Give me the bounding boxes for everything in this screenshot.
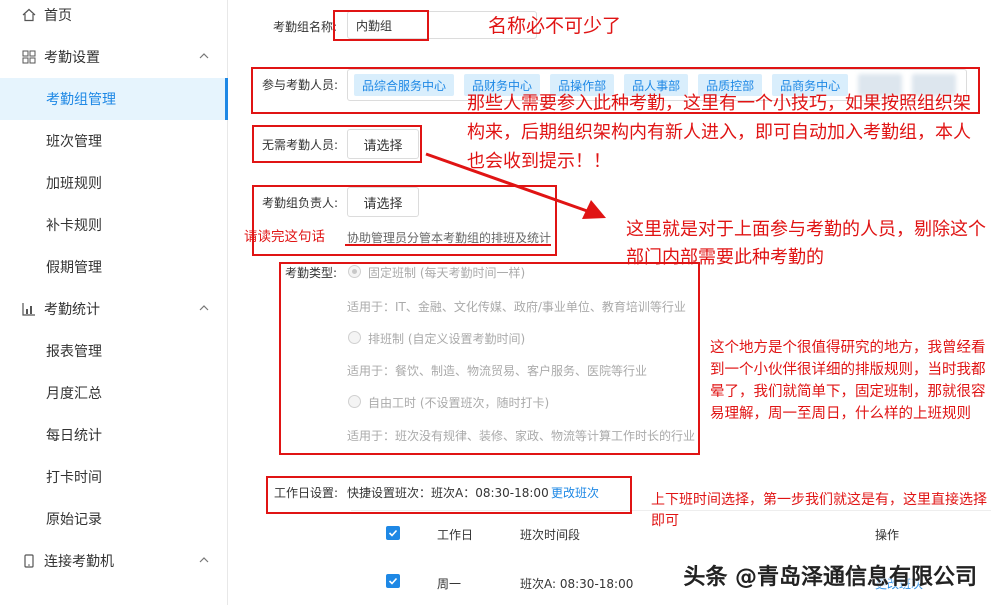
annotation-workday-note: 上下班时间选择，第一步我们就这是有，这里直接选择即可 bbox=[651, 492, 987, 529]
annotation-members-note: 那些人需要参入此种考勤，这里有一个小技巧，如果按照组织架构来，后期组织架构内有新… bbox=[467, 93, 971, 172]
annotation-excluded-note: 这里就是对于上面参与考勤的人员，剔除这个部门内部需要此种考勤的 bbox=[626, 219, 986, 268]
annotation-type-note: 这个地方是个很值得研究的地方，我曾经看到一个小伙伴很详细的排版规则，当时我都晕了… bbox=[710, 340, 986, 422]
watermark: 头条 @青岛泽通信息有限公司 bbox=[683, 565, 977, 590]
annotation-read-note: 请读完这句话 bbox=[244, 229, 325, 245]
annotation-name-note: 名称必不可少了 bbox=[488, 15, 622, 37]
